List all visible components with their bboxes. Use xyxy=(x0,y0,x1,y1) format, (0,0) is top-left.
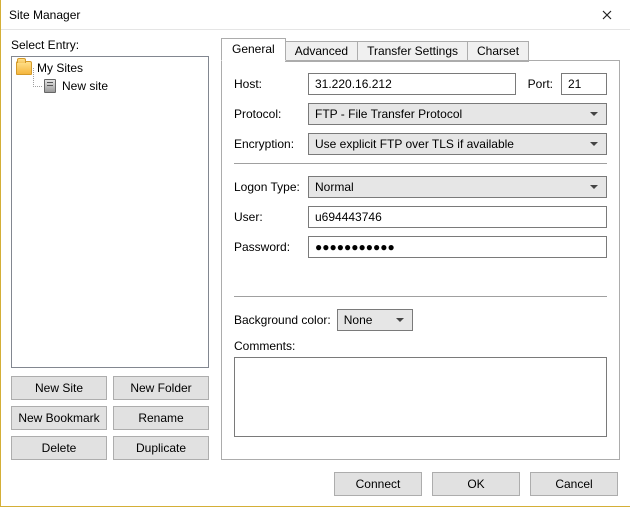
new-site-button[interactable]: New Site xyxy=(11,376,107,400)
bgcolor-value: None xyxy=(344,313,373,327)
server-icon xyxy=(44,79,56,93)
logon-type-label: Logon Type: xyxy=(234,180,300,194)
separator xyxy=(234,163,607,164)
comments-label: Comments: xyxy=(234,339,607,353)
separator-2 xyxy=(234,296,607,297)
connect-button[interactable]: Connect xyxy=(334,472,422,496)
site-tree[interactable]: My Sites New site xyxy=(11,56,209,368)
protocol-value: FTP - File Transfer Protocol xyxy=(315,107,462,121)
left-panel: Select Entry: My Sites New site New Site… xyxy=(11,38,209,460)
tree-entry[interactable]: New site xyxy=(30,77,204,95)
left-buttons: New Site New Folder New Bookmark Rename … xyxy=(11,376,209,460)
tab-bar: General Advanced Transfer Settings Chars… xyxy=(221,38,620,60)
tree-root-label: My Sites xyxy=(37,61,83,75)
rename-button[interactable]: Rename xyxy=(113,406,209,430)
port-input[interactable] xyxy=(561,73,607,95)
new-folder-button[interactable]: New Folder xyxy=(113,376,209,400)
bgcolor-label: Background color: xyxy=(234,313,331,327)
logon-type-value: Normal xyxy=(315,180,354,194)
tab-general[interactable]: General xyxy=(221,38,286,61)
tab-charset[interactable]: Charset xyxy=(467,41,529,62)
tree-root[interactable]: My Sites xyxy=(16,59,204,77)
encryption-value: Use explicit FTP over TLS if available xyxy=(315,137,514,151)
right-panel: General Advanced Transfer Settings Chars… xyxy=(221,38,620,460)
protocol-select[interactable]: FTP - File Transfer Protocol xyxy=(308,103,607,125)
dialog-footer: Connect OK Cancel xyxy=(1,460,630,506)
port-label: Port: xyxy=(528,77,553,91)
close-button[interactable] xyxy=(586,1,628,29)
user-label: User: xyxy=(234,210,300,224)
new-bookmark-button[interactable]: New Bookmark xyxy=(11,406,107,430)
comments-textarea[interactable] xyxy=(234,357,607,437)
user-input[interactable] xyxy=(308,206,607,228)
host-input[interactable] xyxy=(308,73,516,95)
tree-entry-label: New site xyxy=(62,79,108,93)
window-title: Site Manager xyxy=(9,8,586,22)
password-input[interactable] xyxy=(308,236,607,258)
duplicate-button[interactable]: Duplicate xyxy=(113,436,209,460)
encryption-select[interactable]: Use explicit FTP over TLS if available xyxy=(308,133,607,155)
protocol-label: Protocol: xyxy=(234,107,300,121)
ok-button[interactable]: OK xyxy=(432,472,520,496)
tab-transfer-settings[interactable]: Transfer Settings xyxy=(357,41,468,62)
encryption-label: Encryption: xyxy=(234,137,300,151)
cancel-button[interactable]: Cancel xyxy=(530,472,618,496)
title-bar: Site Manager xyxy=(1,0,630,30)
tree-connector xyxy=(30,77,42,95)
select-entry-label: Select Entry: xyxy=(11,38,209,52)
delete-button[interactable]: Delete xyxy=(11,436,107,460)
tab-advanced[interactable]: Advanced xyxy=(285,41,358,62)
bgcolor-select[interactable]: None xyxy=(337,309,413,331)
logon-type-select[interactable]: Normal xyxy=(308,176,607,198)
host-label: Host: xyxy=(234,77,300,91)
close-icon xyxy=(602,10,612,20)
folder-icon xyxy=(16,61,32,75)
password-label: Password: xyxy=(234,240,300,254)
tab-panel-general: Host: Port: Protocol: FTP - File Transfe… xyxy=(221,60,620,460)
